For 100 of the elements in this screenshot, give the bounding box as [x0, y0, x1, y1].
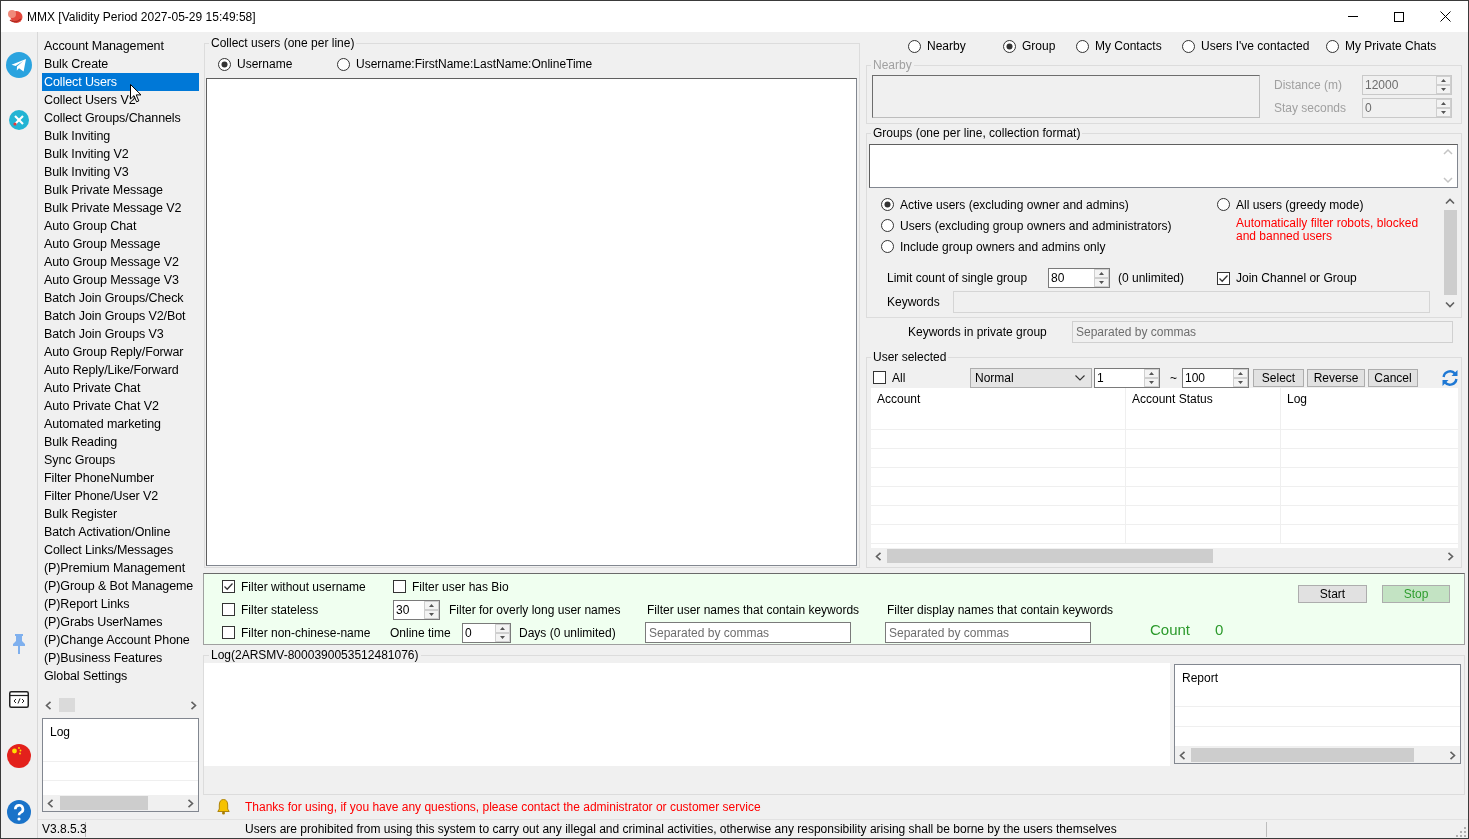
nav-item[interactable]: Auto Reply/Like/Forward	[42, 361, 199, 379]
radio-option[interactable]: Users I've contacted	[1182, 39, 1326, 53]
radio-option[interactable]: All users (greedy mode)	[1217, 194, 1442, 215]
nav-item[interactable]: Batch Join Groups V3	[42, 325, 199, 343]
action-button[interactable]: Select	[1253, 368, 1304, 387]
private-keywords-input[interactable]: Separated by commas	[1072, 321, 1453, 343]
chevron-right-icon[interactable]	[190, 700, 197, 710]
action-button[interactable]: Start	[1298, 585, 1367, 603]
help-icon[interactable]	[7, 800, 31, 824]
checkbox-option[interactable]: Filter without username	[222, 579, 390, 594]
chevron-right-icon[interactable]	[187, 798, 194, 808]
horizontal-scrollbar[interactable]	[43, 795, 198, 811]
chevron-right-icon[interactable]	[1447, 551, 1454, 561]
checkbox-option[interactable]: Filter stateless	[222, 602, 390, 617]
nav-item[interactable]: Bulk Reading	[42, 433, 199, 451]
keyword-filter-input[interactable]: Separated by commas	[645, 622, 851, 643]
groups-textarea[interactable]	[869, 144, 1458, 188]
nav-item[interactable]: Bulk Private Message V2	[42, 199, 199, 217]
column-header[interactable]: Log	[1281, 388, 1458, 411]
flag-ball-icon[interactable]	[7, 744, 31, 768]
nav-item[interactable]: (P)Report Links	[42, 595, 199, 613]
number-spinner[interactable]: 30	[393, 599, 440, 620]
nav-item[interactable]: Batch Join Groups V2/Bot	[42, 307, 199, 325]
nav-item[interactable]: Auto Group Chat	[42, 217, 199, 235]
nav-item[interactable]: Auto Group Message V2	[42, 253, 199, 271]
nav-item[interactable]: Batch Join Groups/Check	[42, 289, 199, 307]
keywords-input[interactable]	[953, 290, 1430, 313]
radio-option[interactable]: Username	[218, 57, 337, 71]
number-spinner[interactable]: 1	[1094, 367, 1160, 388]
spin-arrows-icon[interactable]	[1094, 269, 1109, 287]
resize-grip-icon[interactable]	[1456, 827, 1466, 837]
nav-item[interactable]: Auto Group Message	[42, 235, 199, 253]
column-header[interactable]: Account	[871, 388, 1126, 411]
nav-item[interactable]: Collect Links/Messages	[42, 541, 199, 559]
scrollbar-thumb[interactable]	[887, 549, 1213, 563]
nav-item[interactable]: Bulk Inviting	[42, 127, 199, 145]
refresh-icon[interactable]	[1441, 368, 1459, 387]
field-label: Keywords in private group	[908, 325, 1048, 339]
chevron-left-icon[interactable]	[45, 700, 52, 710]
scrollbar-thumb[interactable]	[1443, 210, 1457, 295]
action-button[interactable]: Cancel	[1368, 368, 1418, 387]
chevron-left-icon[interactable]	[875, 551, 882, 561]
chevron-left-icon[interactable]	[47, 798, 54, 808]
checkbox-option[interactable]: Filter non-chinese-name	[222, 625, 390, 640]
mode-dropdown[interactable]: Normal	[970, 367, 1092, 388]
horizontal-scrollbar[interactable]	[1175, 747, 1460, 763]
action-button[interactable]: Reverse	[1307, 368, 1365, 387]
tools-icon[interactable]	[9, 110, 29, 130]
checkbox-option[interactable]: Filter user has Bio	[393, 579, 645, 594]
nav-item[interactable]: (P)Business Features	[42, 649, 199, 667]
chevron-right-icon[interactable]	[1449, 750, 1456, 760]
paper-plane-icon[interactable]	[6, 52, 32, 78]
nav-item[interactable]: Auto Private Chat	[42, 379, 199, 397]
nav-item[interactable]: Bulk Create	[42, 55, 199, 73]
code-window-icon[interactable]	[9, 691, 29, 708]
nav-item[interactable]: Auto Group Reply/Forwar	[42, 343, 199, 361]
radio-option[interactable]: Include group owners and admins only	[881, 236, 1217, 257]
spin-arrows-icon[interactable]	[495, 623, 510, 642]
radio-option[interactable]: Active users (excluding owner and admins)	[881, 194, 1217, 215]
nav-item[interactable]: Bulk Private Message	[42, 181, 199, 199]
spin-arrows-icon[interactable]	[1233, 368, 1248, 387]
spin-arrows-icon[interactable]	[424, 600, 439, 619]
column-header[interactable]: Account Status	[1126, 388, 1281, 411]
nav-item[interactable]: Bulk Inviting V2	[42, 145, 199, 163]
scrollbar-thumb[interactable]	[60, 796, 148, 810]
nav-item[interactable]: Bulk Register	[42, 505, 199, 523]
chevron-left-icon[interactable]	[1179, 750, 1186, 760]
number-spinner[interactable]: 0	[462, 622, 511, 643]
nav-item[interactable]: Collect Groups/Channels	[42, 109, 199, 127]
radio-option[interactable]: My Contacts	[1076, 39, 1182, 53]
nav-item[interactable]: Collect Users	[42, 73, 199, 91]
radio-option[interactable]: My Private Chats	[1326, 39, 1465, 53]
radio-option[interactable]: Users (excluding group owners and administrators)	[881, 215, 1217, 236]
nav-item[interactable]: Sync Groups	[42, 451, 199, 469]
spin-arrows-icon[interactable]	[1144, 368, 1159, 387]
number-spinner[interactable]: 80	[1048, 268, 1110, 288]
chevron-down-icon[interactable]	[1445, 301, 1455, 308]
nav-item[interactable]: (P)Group & Bot Manageme	[42, 577, 199, 595]
radio-option[interactable]: Username:FirstName:LastName:OnlineTime	[337, 57, 593, 71]
radio-option[interactable]: Nearby	[908, 39, 1003, 53]
nav-item[interactable]: Auto Group Message V3	[42, 271, 199, 289]
checkbox-option[interactable]: Join Channel or Group	[1217, 271, 1442, 285]
nav-item[interactable]: Account Management	[42, 37, 199, 55]
chevron-up-icon[interactable]	[1445, 198, 1455, 205]
nav-item[interactable]: Filter PhoneNumber	[42, 469, 199, 487]
nav-item[interactable]: Auto Private Chat V2	[42, 397, 199, 415]
nav-item[interactable]: Filter Phone/User V2	[42, 487, 199, 505]
nav-item[interactable]: Batch Activation/Online	[42, 523, 199, 541]
keyword-filter-input[interactable]: Separated by commas	[885, 622, 1091, 643]
nav-item[interactable]: Bulk Inviting V3	[42, 163, 199, 181]
nav-item[interactable]: (P)Premium Management	[42, 559, 199, 577]
nav-item[interactable]: Global Settings	[42, 667, 199, 685]
count-value: 0	[1215, 621, 1224, 638]
scrollbar-thumb[interactable]	[1191, 748, 1414, 762]
nav-item[interactable]: (P)Grabs UserNames	[42, 613, 199, 631]
radio-option[interactable]: Group	[1003, 39, 1076, 53]
nav-item[interactable]: Automated marketing	[42, 415, 199, 433]
number-spinner[interactable]: 100	[1182, 367, 1249, 388]
checkbox-option[interactable]: All	[873, 370, 970, 385]
nav-item[interactable]: (P)Change Account Phone	[42, 631, 199, 649]
